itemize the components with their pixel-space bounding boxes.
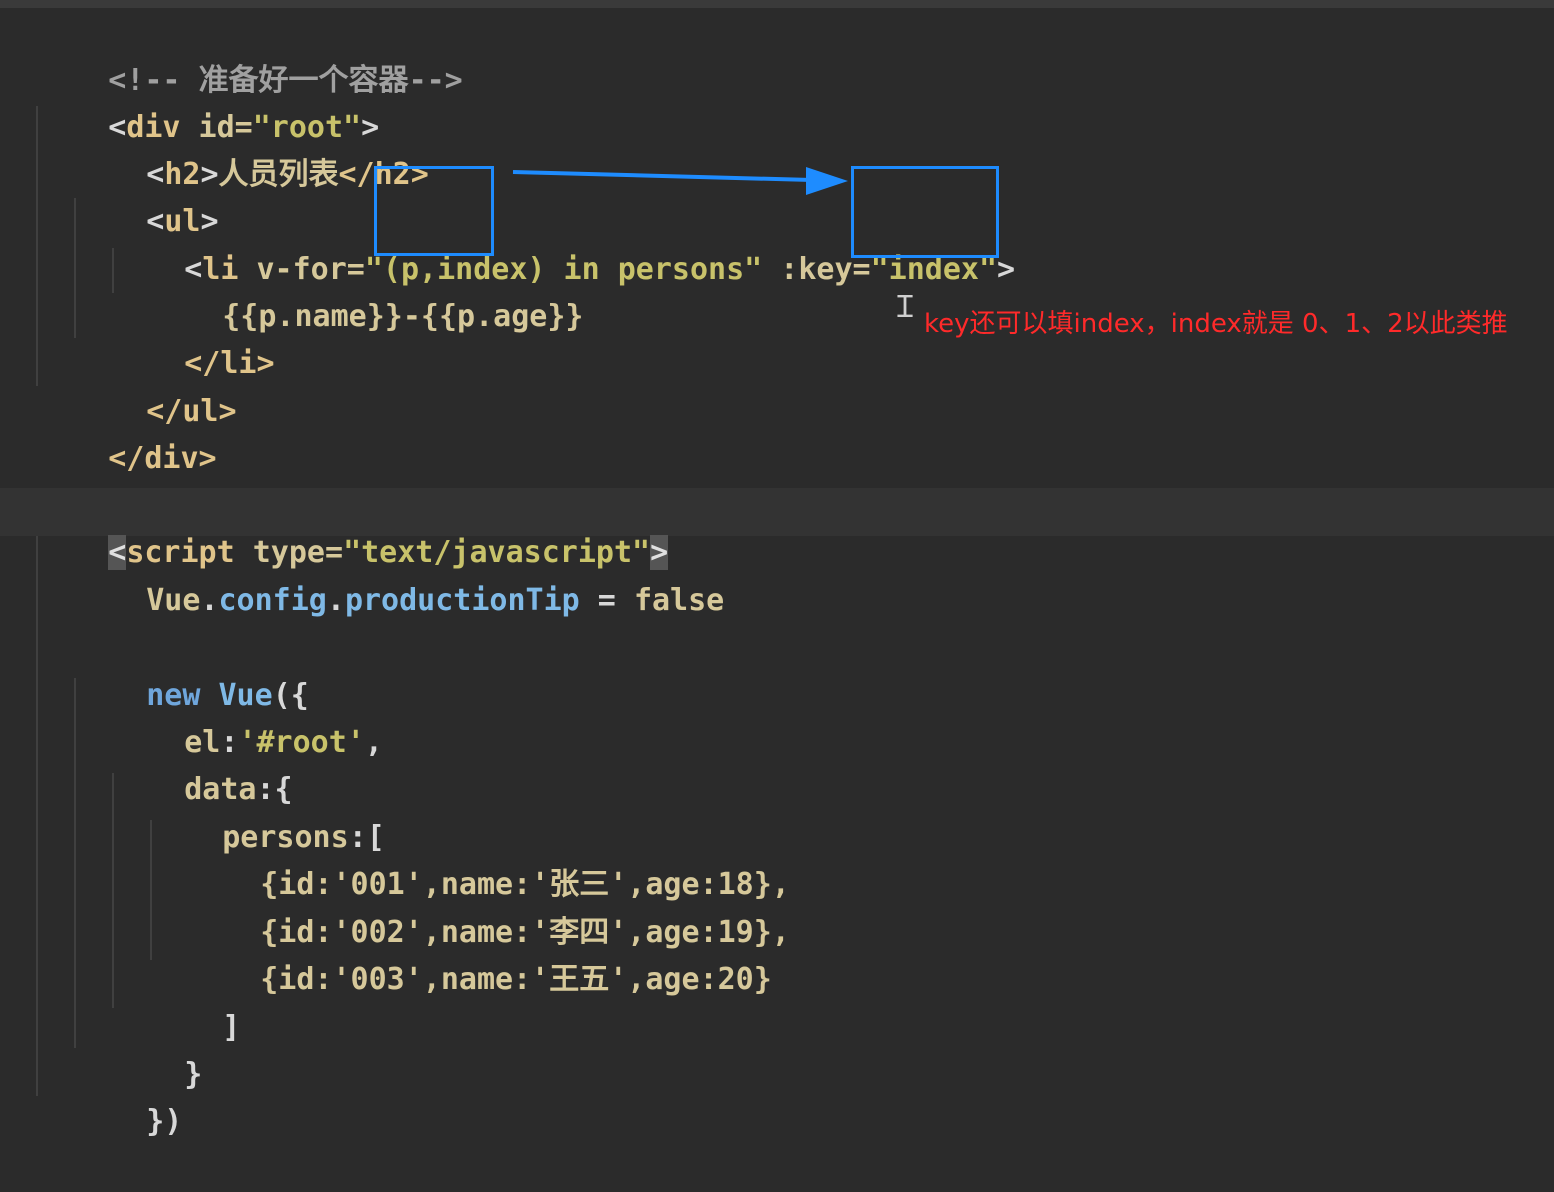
punctuation: }) <box>146 1104 183 1139</box>
arrow-shaft <box>512 170 813 182</box>
annotation-note: key还可以填index，index就是 0、1、2以此类推 <box>924 309 1508 339</box>
arrow-right-icon <box>512 167 848 195</box>
text-cursor-icon: Ｉ <box>890 290 920 325</box>
arrow-head <box>806 167 848 195</box>
